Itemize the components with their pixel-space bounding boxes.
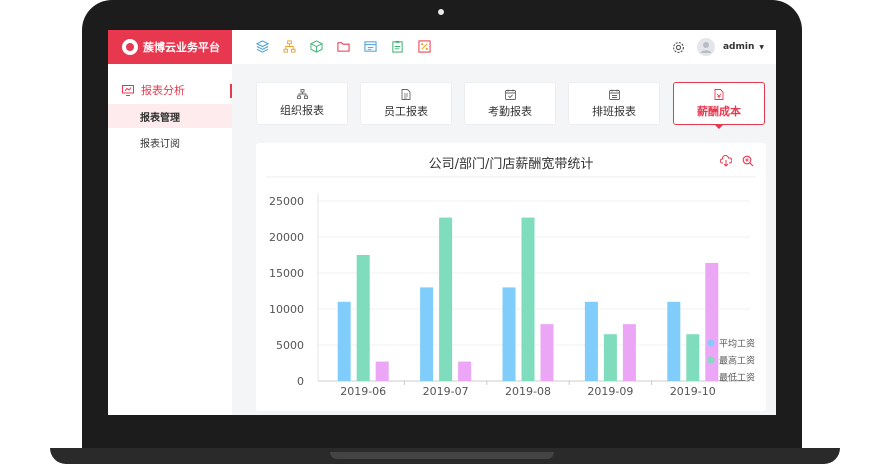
salary-doc-icon — [714, 88, 724, 100]
legend-label: 平均工资 — [719, 338, 755, 350]
x-tick-label: 2019-06 — [340, 385, 386, 398]
sidebar-group-report-analysis[interactable]: 报表分析 — [108, 80, 232, 100]
legend-marker — [707, 339, 715, 347]
tab-salary-cost[interactable]: 薪酬成本 — [673, 82, 765, 129]
y-tick-label: 10000 — [269, 303, 304, 316]
user-area: admin ▼ — [672, 38, 764, 56]
tab-org-report[interactable]: 组织报表 — [256, 82, 348, 125]
monitor-chart-icon — [122, 84, 134, 96]
percent-icon[interactable] — [418, 40, 431, 53]
layers-icon[interactable] — [256, 40, 269, 53]
window-icon[interactable] — [364, 40, 377, 53]
x-tick-label: 2019-08 — [505, 385, 551, 398]
y-tick-label: 20000 — [269, 231, 304, 244]
settings-gear-icon[interactable] — [672, 41, 685, 54]
y-tick-label: 15000 — [269, 267, 304, 280]
top-toolbar: admin ▼ — [232, 30, 776, 64]
sidebar-active-indicator — [230, 84, 232, 98]
folder-icon[interactable] — [337, 40, 350, 53]
bar — [337, 301, 351, 381]
tab-label: 薪酬成本 — [697, 104, 741, 118]
document-icon — [401, 88, 411, 100]
legend-label: 最高工资 — [719, 355, 755, 367]
tab-employee-report[interactable]: 员工报表 — [360, 82, 452, 125]
bar — [686, 334, 700, 381]
brand-header[interactable]: 蔟博云业务平台 — [108, 30, 232, 64]
bar — [439, 217, 453, 381]
legend-marker — [707, 373, 715, 381]
x-tick-label: 2019-10 — [670, 385, 716, 398]
y-tick-label: 25000 — [269, 195, 304, 208]
bar — [622, 324, 636, 381]
sidebar-item-label: 报表管理 — [140, 112, 180, 124]
laptop-notch — [330, 452, 554, 459]
bar — [420, 287, 434, 381]
tab-label: 组织报表 — [280, 104, 324, 117]
salary-bar-chart: 0 5000 10000 15000 20000 25000 2019-06 2019-07 2… — [266, 176, 756, 398]
cube-icon[interactable] — [310, 40, 323, 53]
sidebar-item-report-management[interactable]: 报表管理 — [108, 104, 232, 128]
bar — [356, 255, 370, 381]
tab-label: 员工报表 — [384, 104, 428, 118]
brand-logo-icon — [122, 39, 138, 55]
chart-panel: 公司/部门/门店薪酬宽带统计 0 5000 10000 15000 20000 25000… — [256, 143, 766, 411]
sidebar: 报表分析 报表管理 报表订阅 — [108, 64, 232, 415]
chevron-down-icon[interactable]: ▼ — [759, 44, 764, 51]
legend-marker — [707, 356, 715, 364]
x-tick-label: 2019-07 — [423, 385, 469, 398]
bar — [667, 301, 681, 381]
bar — [521, 217, 535, 381]
org-icon — [296, 89, 308, 99]
x-tick-label: 2019-09 — [587, 385, 633, 398]
bar — [603, 334, 617, 381]
camera-dot — [438, 9, 444, 15]
legend-label: 最低工资 — [719, 372, 755, 384]
bar — [502, 287, 516, 381]
calendar-icon — [504, 89, 516, 100]
y-tick-label: 0 — [297, 375, 304, 388]
tab-label: 排班报表 — [592, 104, 636, 118]
bar — [458, 361, 472, 381]
app-screen: 蔟博云业务平台 admin ▼ 报表分析 报表管理 报表订阅 组织报表 员工报表… — [108, 30, 776, 415]
sidebar-item-label: 报表订阅 — [140, 138, 180, 150]
tab-attendance-report[interactable]: 考勤报表 — [464, 82, 556, 125]
bar — [540, 324, 554, 381]
tab-label: 考勤报表 — [488, 104, 532, 118]
schedule-icon — [608, 89, 620, 100]
tab-schedule-report[interactable]: 排班报表 — [568, 82, 660, 125]
clipboard-icon[interactable] — [391, 40, 404, 53]
sidebar-group-label: 报表分析 — [141, 84, 185, 97]
bar — [584, 301, 598, 381]
sidebar-item-report-subscription[interactable]: 报表订阅 — [108, 130, 232, 154]
brand-name: 蔟博云业务平台 — [143, 41, 220, 54]
active-tab-caret — [714, 124, 724, 129]
bar — [375, 361, 389, 381]
org-tree-icon[interactable] — [283, 40, 296, 53]
user-name[interactable]: admin — [723, 42, 754, 52]
y-tick-label: 5000 — [276, 339, 304, 352]
avatar[interactable] — [696, 38, 715, 56]
